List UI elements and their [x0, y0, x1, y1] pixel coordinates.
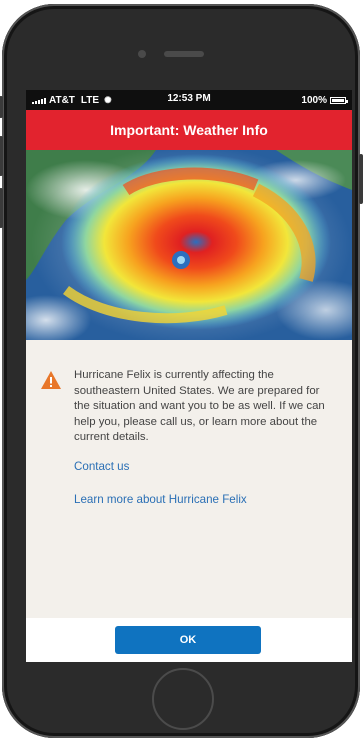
page-title-bar: Important: Weather Info [26, 110, 352, 150]
volume-up-button [0, 136, 3, 176]
hurricane-satellite-image [26, 150, 352, 340]
clock: 12:53 PM [167, 93, 211, 104]
learn-more-link[interactable]: Learn more about Hurricane Felix [74, 493, 336, 506]
alert-message: Hurricane Felix is currently affecting t… [74, 369, 325, 444]
alert-panel: Hurricane Felix is currently affecting t… [26, 340, 352, 618]
page-title: Important: Weather Info [110, 122, 268, 138]
warning-icon [41, 371, 61, 389]
power-button [359, 154, 363, 204]
battery-icon [330, 96, 348, 104]
mute-switch [0, 96, 3, 118]
contact-us-link[interactable]: Contact us [74, 460, 336, 473]
status-bar: AT&T LTE ✺ 12:53 PM 100% [26, 90, 352, 110]
alert-row: Hurricane Felix is currently affecting t… [40, 368, 336, 446]
ok-button[interactable]: OK [115, 626, 261, 654]
earpiece-speaker [164, 51, 204, 57]
footer: OK [26, 618, 352, 662]
screen: AT&T LTE ✺ 12:53 PM 100% Important: Weat… [26, 90, 352, 662]
volume-down-button [0, 188, 3, 228]
home-button[interactable] [152, 668, 214, 730]
front-camera [138, 50, 146, 58]
